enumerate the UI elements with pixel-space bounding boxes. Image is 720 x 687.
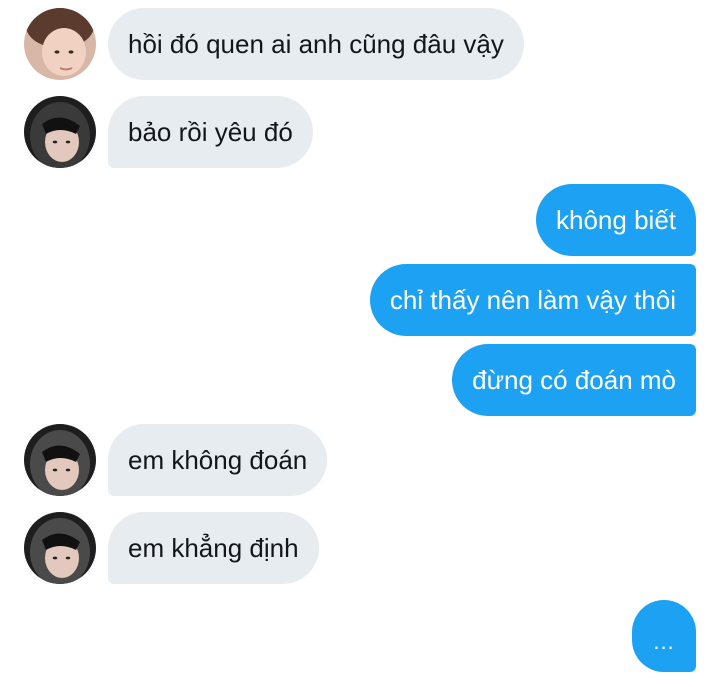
user-photo-icon xyxy=(24,424,96,496)
avatar[interactable] xyxy=(24,512,96,584)
avatar[interactable] xyxy=(24,8,96,80)
message-bubble-incoming[interactable]: em không đoán xyxy=(108,424,328,496)
message-text: chỉ thấy nên làm vậy thôi xyxy=(389,285,676,315)
user-photo-icon xyxy=(24,96,96,168)
message-text: bảo rồi yêu đó xyxy=(128,117,293,147)
typing-indicator: ... xyxy=(632,600,696,672)
message-text: không biết xyxy=(556,205,676,235)
user-photo-icon xyxy=(24,512,96,584)
message-bubble-incoming[interactable]: em khẳng định xyxy=(108,512,319,584)
message-bubble-outgoing[interactable]: chỉ thấy nên làm vậy thôi xyxy=(369,264,696,336)
message-text: em khẳng định xyxy=(128,533,299,563)
user-photo-icon xyxy=(24,8,96,80)
message-bubble-incoming[interactable]: hồi đó quen ai anh cũng đâu vậy xyxy=(108,8,524,80)
message-text: em không đoán xyxy=(128,445,308,475)
message-bubble-outgoing[interactable]: đừng có đoán mò xyxy=(452,344,696,416)
avatar[interactable] xyxy=(24,424,96,496)
message-bubble-outgoing[interactable]: không biết xyxy=(536,184,696,256)
message-bubble-incoming[interactable]: bảo rồi yêu đó xyxy=(108,96,313,168)
message-text: hồi đó quen ai anh cũng đâu vậy xyxy=(128,29,504,59)
typing-dots: ... xyxy=(653,629,675,654)
message-text: đừng có đoán mò xyxy=(472,365,676,395)
avatar[interactable] xyxy=(24,96,96,168)
